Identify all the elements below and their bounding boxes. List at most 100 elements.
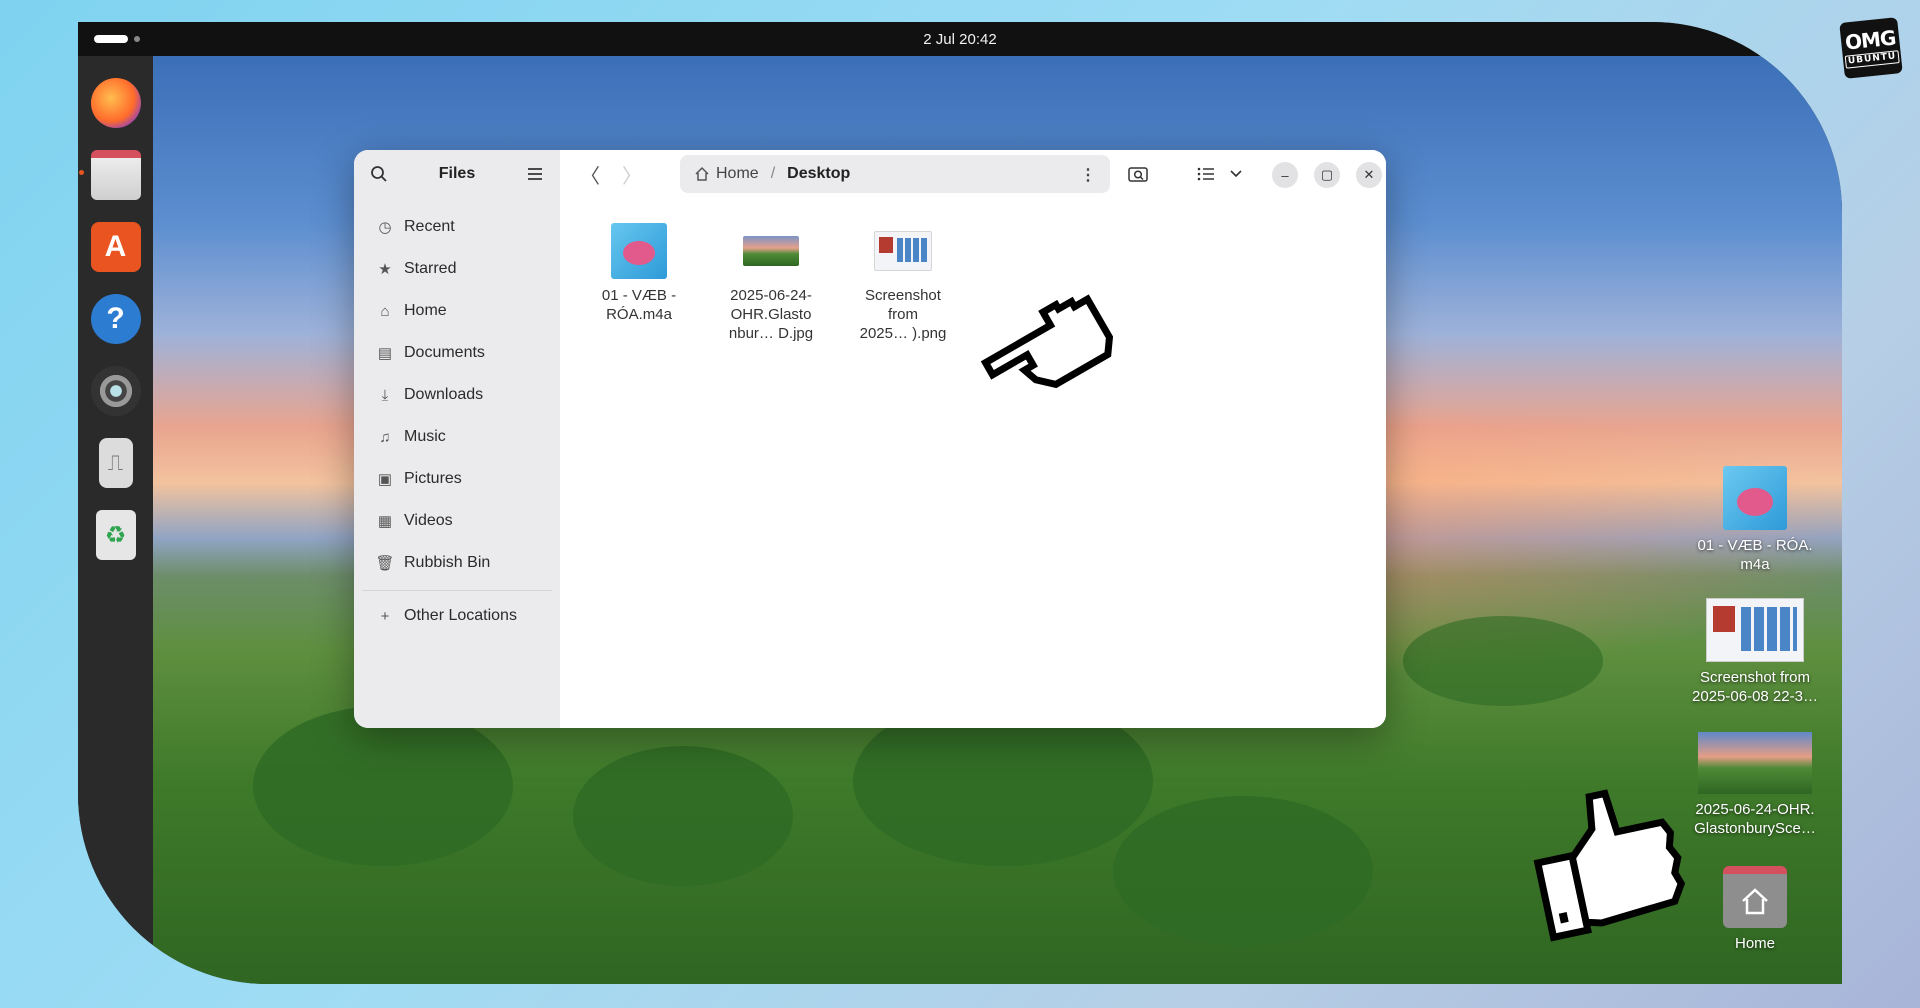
sidebar-item-downloads[interactable]: ⤓ Downloads — [354, 374, 560, 416]
thumbs-up-cursor-icon — [1533, 789, 1686, 942]
files-header-bar: 〈 〉 Home / Desktop ⋮ – ▢ ✕ — [560, 150, 1386, 198]
files-sidebar: Files ◷ Recent ★ Starred ⌂ Home ▤ Documents … — [354, 150, 560, 728]
sidebar-item-label: Pictures — [404, 470, 462, 487]
desktop-icon-label: m4a — [1740, 556, 1770, 573]
clock[interactable]: 2 Jul 20:42 — [923, 31, 996, 48]
omg-ubuntu-logo: OMG UBUNTU — [1839, 17, 1903, 79]
chevron-down-icon[interactable] — [1224, 162, 1248, 186]
screenshot-file-thumbnail — [1706, 598, 1804, 662]
desktop-icon-label: GlastonburySce… — [1694, 820, 1816, 837]
home-folder-icon — [1723, 866, 1787, 928]
running-indicator — [78, 170, 84, 175]
desktop-icon-image[interactable]: 2025-06-24-OHR. GlastonburySce… — [1680, 732, 1830, 838]
sidebar-item-label: Recent — [404, 218, 455, 235]
sidebar-item-label: Documents — [404, 344, 485, 361]
minimize-button[interactable]: – — [1272, 162, 1298, 188]
search-icon[interactable] — [370, 165, 388, 183]
audio-file-thumbnail — [1723, 466, 1787, 530]
app-center-icon[interactable]: A — [90, 222, 141, 272]
screenshot-file-thumbnail — [874, 222, 932, 280]
logo-text-omg: OMG — [1843, 25, 1897, 55]
sidebar-divider — [362, 590, 552, 591]
files-content: 〈 〉 Home / Desktop ⋮ – ▢ ✕ 01 - VÆB - RÓ… — [560, 150, 1386, 728]
file-name-line: 2025-06-24- — [730, 287, 812, 304]
forward-button[interactable]: 〉 — [620, 162, 644, 188]
files-window: Files ◷ Recent ★ Starred ⌂ Home ▤ Documents … — [354, 150, 1386, 728]
help-icon[interactable]: ? — [90, 294, 141, 344]
search-folder-icon[interactable] — [1126, 162, 1150, 186]
window-title: Files — [438, 165, 476, 182]
picture-icon: ▣ — [377, 471, 393, 488]
list-view-icon[interactable] — [1194, 162, 1218, 186]
path-home[interactable]: Home — [694, 165, 759, 183]
files-dock-item[interactable] — [78, 150, 141, 200]
desktop-icon-label: Screenshot from — [1699, 669, 1811, 686]
desktop-icon-label: 01 - VÆB - RÓA. — [1697, 537, 1813, 554]
file-name-line: OHR.Glasto — [730, 306, 812, 323]
home-icon — [695, 166, 709, 181]
sidebar-item-label: Starred — [404, 260, 457, 277]
audio-file-thumbnail — [611, 222, 667, 280]
star-icon: ★ — [378, 261, 392, 278]
file-item[interactable]: Screenshot from 2025… ).png — [848, 222, 958, 343]
chevron-right-icon: 〉 — [622, 165, 642, 188]
sidebar-item-label: Downloads — [404, 386, 484, 403]
sidebar-item-other-locations[interactable]: + Other Locations — [354, 595, 560, 637]
close-icon: ✕ — [1363, 167, 1375, 182]
top-bar: 2 Jul 20:42 — [78, 22, 1842, 56]
sidebar-item-label: Videos — [404, 512, 453, 529]
path-separator: / — [770, 165, 776, 182]
file-name-line: from — [888, 306, 918, 323]
image-file-thumbnail — [743, 222, 799, 280]
workspace-dot — [134, 36, 140, 42]
usb-drive-icon[interactable]: ⎍ — [98, 438, 133, 488]
file-name-line: 01 - VÆB - — [601, 287, 677, 304]
sidebar-item-music[interactable]: ♫ Music — [354, 416, 560, 458]
maximize-icon: ▢ — [1320, 167, 1334, 182]
sidebar-item-rubbish-bin[interactable]: 🗑 Rubbish Bin — [354, 542, 560, 584]
desktop-icon-label: 2025-06-08 22-3… — [1692, 688, 1818, 705]
workspace-pill — [94, 35, 128, 43]
music-player-icon[interactable] — [90, 366, 141, 416]
close-button[interactable]: ✕ — [1356, 162, 1382, 188]
file-item[interactable]: 2025-06-24- OHR.Glasto nbur… D.jpg — [716, 222, 826, 343]
sidebar-item-recent[interactable]: ◷ Recent — [354, 206, 560, 248]
sidebar-item-documents[interactable]: ▤ Documents — [354, 332, 560, 374]
back-button[interactable]: 〈 — [578, 162, 602, 188]
dock: A ? ⎍ ♻ — [78, 56, 153, 984]
clock-icon: ◷ — [378, 219, 392, 236]
file-name-line: RÓA.m4a — [606, 306, 672, 323]
music-note-icon: ♫ — [379, 428, 391, 446]
home-icon: ⌂ — [380, 302, 390, 320]
file-name-line: Screenshot — [865, 287, 941, 304]
sidebar-item-home[interactable]: ⌂ Home — [354, 290, 560, 332]
sidebar-item-label: Home — [404, 302, 447, 319]
file-item[interactable]: 01 - VÆB - RÓA.m4a — [584, 222, 694, 343]
sidebar-item-label: Rubbish Bin — [404, 554, 491, 571]
minimize-icon: – — [1281, 167, 1289, 183]
desktop-icon-audio[interactable]: 01 - VÆB - RÓA. m4a — [1680, 466, 1830, 574]
path-current[interactable]: Desktop — [787, 165, 850, 183]
recycle-bin-icon[interactable]: ♻ — [95, 510, 136, 560]
download-icon: ⤓ — [381, 386, 389, 404]
sidebar-item-label: Music — [404, 428, 446, 445]
sidebar-item-starred[interactable]: ★ Starred — [354, 248, 560, 290]
firefox-icon[interactable] — [90, 78, 141, 128]
maximize-button[interactable]: ▢ — [1314, 162, 1340, 188]
desktop-icon-screenshot[interactable]: Screenshot from 2025-06-08 22-3… — [1680, 598, 1830, 706]
film-icon: ▦ — [377, 513, 393, 530]
desktop-icon-label: Home — [1734, 935, 1775, 952]
sidebar-list: ◷ Recent ★ Starred ⌂ Home ▤ Documents ⤓ Downl… — [354, 198, 560, 637]
kebab-menu-icon[interactable]: ⋮ — [1080, 165, 1096, 185]
hamburger-menu-icon[interactable] — [526, 165, 544, 183]
document-icon: ▤ — [377, 345, 393, 362]
sidebar-item-pictures[interactable]: ▣ Pictures — [354, 458, 560, 500]
plus-icon: + — [380, 607, 390, 625]
pointing-hand-cursor-icon — [980, 294, 1114, 389]
activities-indicator[interactable] — [94, 35, 140, 43]
desktop-icon-home[interactable]: Home — [1680, 866, 1830, 953]
sidebar-item-videos[interactable]: ▦ Videos — [354, 500, 560, 542]
path-bar[interactable]: Home / Desktop ⋮ — [680, 155, 1110, 193]
file-grid: 01 - VÆB - RÓA.m4a 2025-06-24- OHR.Glast… — [584, 222, 958, 343]
sidebar-item-label: Other Locations — [404, 607, 517, 624]
